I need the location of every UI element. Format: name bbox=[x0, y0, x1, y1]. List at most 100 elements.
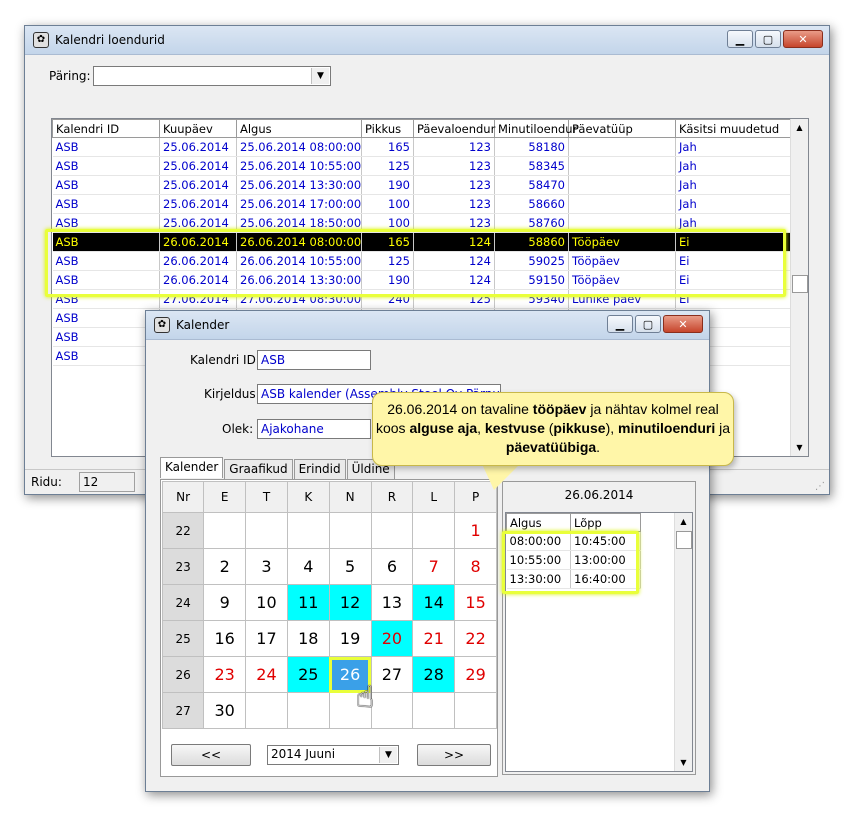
close-icon[interactable]: ✕ bbox=[783, 30, 823, 48]
interval-row[interactable]: 08:00:00 10:45:00 bbox=[506, 531, 641, 551]
day-cell[interactable]: 27 bbox=[370, 656, 414, 693]
day-cell[interactable]: 11 bbox=[286, 584, 330, 621]
interval-row[interactable]: 13:30:00 16:40:00 bbox=[506, 569, 641, 589]
day-cell[interactable] bbox=[203, 512, 247, 549]
column-header[interactable]: Minutiloendur bbox=[494, 119, 577, 138]
table-row[interactable]: ASB 27.06.2014 27.06.2014 08:30:00 240 125 59… bbox=[52, 289, 791, 309]
table-row[interactable]: ASB 25.06.2014 25.06.2014 10:55:00 125 123 58… bbox=[52, 156, 791, 176]
column-header[interactable]: Käsitsi muudetud bbox=[675, 119, 791, 138]
day-cell[interactable]: 23 bbox=[203, 656, 247, 693]
column-header[interactable]: Kuupäev bbox=[159, 119, 237, 138]
minimize-icon[interactable]: ▁ bbox=[607, 315, 633, 333]
day-cell[interactable]: 6 bbox=[370, 548, 414, 585]
interval-scrollbar[interactable]: ▲ ▼ bbox=[674, 513, 692, 771]
interval-row[interactable]: 10:55:00 13:00:00 bbox=[506, 550, 641, 570]
tab-1[interactable]: Graafikud bbox=[224, 459, 293, 480]
day-cell[interactable] bbox=[370, 512, 414, 549]
day-cell[interactable]: 14 bbox=[412, 584, 456, 621]
table-row[interactable]: ASB 25.06.2014 25.06.2014 08:00:00 165 123 58… bbox=[52, 137, 791, 157]
day-cell[interactable] bbox=[245, 512, 288, 549]
tab-2[interactable]: Erindid bbox=[293, 459, 346, 480]
interval-column-header[interactable]: Lõpp bbox=[570, 513, 641, 532]
day-cell[interactable]: 7 bbox=[412, 548, 456, 585]
column-header[interactable]: Algus bbox=[236, 119, 362, 138]
next-month-button[interactable]: >> bbox=[417, 744, 491, 766]
column-header[interactable]: Päevaloendur bbox=[413, 119, 495, 138]
scroll-down-icon[interactable]: ▼ bbox=[791, 439, 808, 456]
day-cell[interactable]: 30 bbox=[203, 692, 247, 729]
month-combo[interactable]: 2014 Juuni ▼ bbox=[267, 745, 399, 765]
calendar-id-field[interactable]: ASB bbox=[257, 350, 371, 370]
scroll-thumb[interactable] bbox=[676, 531, 692, 549]
column-header[interactable]: Kalendri ID bbox=[52, 119, 160, 138]
day-cell[interactable]: 24 bbox=[245, 656, 288, 693]
table-row[interactable]: ASB 26.06.2014 26.06.2014 13:30:00 190 124 59… bbox=[52, 270, 791, 290]
day-cell[interactable] bbox=[454, 692, 497, 729]
day-cell[interactable] bbox=[245, 692, 288, 729]
day-cell[interactable]: 29 bbox=[454, 656, 497, 693]
maximize-icon[interactable]: ▢ bbox=[755, 30, 781, 48]
table-cell: Jah bbox=[675, 194, 791, 214]
day-cell[interactable]: 21 bbox=[412, 620, 456, 657]
resize-grip-icon[interactable]: ⋰ bbox=[815, 481, 825, 492]
column-header[interactable]: Päevatüüp bbox=[568, 119, 676, 138]
close-icon[interactable]: ✕ bbox=[663, 315, 703, 333]
grid-scrollbar[interactable]: ▲ ▼ bbox=[790, 119, 808, 456]
day-cell[interactable]: 1 bbox=[454, 512, 497, 549]
table-row[interactable]: ASB 25.06.2014 25.06.2014 13:30:00 190 123 58… bbox=[52, 175, 791, 195]
day-cell[interactable]: 25 bbox=[286, 656, 330, 693]
table-cell: 26.06.2014 10:55:00 bbox=[236, 251, 362, 271]
query-combo[interactable]: ▼ bbox=[93, 66, 331, 86]
table-cell: 26.06.2014 bbox=[159, 251, 237, 271]
prev-month-button[interactable]: << bbox=[171, 744, 251, 766]
calendar-titlebar[interactable]: ✿ Kalender ▁ ▢ ✕ bbox=[146, 311, 709, 340]
minimize-icon[interactable]: ▁ bbox=[727, 30, 753, 48]
day-cell[interactable]: 2 bbox=[203, 548, 247, 585]
table-row[interactable]: ASB 26.06.2014 26.06.2014 08:00:00 165 124 58… bbox=[52, 232, 791, 252]
table-row[interactable]: ASB 26.06.2014 26.06.2014 10:55:00 125 124 59… bbox=[52, 251, 791, 271]
day-cell[interactable] bbox=[286, 512, 330, 549]
tab-0[interactable]: Kalender bbox=[160, 457, 224, 478]
day-cell[interactable]: 18 bbox=[286, 620, 330, 657]
query-label: Päring: bbox=[49, 69, 91, 83]
day-cell[interactable]: 20 bbox=[370, 620, 414, 657]
day-cell[interactable]: 5 bbox=[328, 548, 372, 585]
day-cell[interactable]: 16 bbox=[203, 620, 247, 657]
day-cell[interactable]: 19 bbox=[328, 620, 372, 657]
table-cell: 58660 bbox=[494, 194, 569, 214]
day-cell[interactable]: 15 bbox=[454, 584, 497, 621]
week-number: 23 bbox=[161, 548, 205, 585]
table-cell: 26.06.2014 bbox=[159, 270, 237, 290]
table-cell: 165 bbox=[361, 232, 414, 252]
day-cell[interactable]: 9 bbox=[203, 584, 247, 621]
day-cell[interactable]: 17 bbox=[245, 620, 288, 657]
table-row[interactable]: ASB 25.06.2014 25.06.2014 18:50:00 100 123 58… bbox=[52, 213, 791, 233]
day-cell[interactable] bbox=[370, 692, 414, 729]
week-number: 27 bbox=[161, 692, 205, 729]
day-cell[interactable]: 10 bbox=[245, 584, 288, 621]
day-cell[interactable] bbox=[328, 512, 372, 549]
table-cell: 124 bbox=[413, 232, 495, 252]
status-field[interactable]: Ajakohane bbox=[257, 419, 371, 439]
main-titlebar[interactable]: ✿ Kalendri loendurid ▁ ▢ ✕ bbox=[25, 26, 829, 55]
scroll-up-icon[interactable]: ▲ bbox=[675, 513, 692, 530]
column-header[interactable]: Pikkus bbox=[361, 119, 414, 138]
day-cell[interactable]: 22 bbox=[454, 620, 497, 657]
day-cell[interactable]: 28 bbox=[412, 656, 456, 693]
interval-column-header[interactable]: Algus bbox=[506, 513, 571, 532]
chevron-down-icon[interactable]: ▼ bbox=[311, 68, 329, 84]
day-cell[interactable]: 13 bbox=[370, 584, 414, 621]
day-cell[interactable]: 12 bbox=[328, 584, 372, 621]
maximize-icon[interactable]: ▢ bbox=[635, 315, 661, 333]
scroll-down-icon[interactable]: ▼ bbox=[675, 754, 692, 771]
day-cell[interactable] bbox=[412, 692, 456, 729]
day-cell[interactable]: 8 bbox=[454, 548, 497, 585]
day-cell[interactable] bbox=[286, 692, 330, 729]
day-cell[interactable]: 4 bbox=[286, 548, 330, 585]
day-cell[interactable]: 3 bbox=[245, 548, 288, 585]
scroll-thumb[interactable] bbox=[792, 275, 808, 293]
chevron-down-icon[interactable]: ▼ bbox=[379, 747, 397, 763]
table-row[interactable]: ASB 25.06.2014 25.06.2014 17:00:00 100 123 58… bbox=[52, 194, 791, 214]
day-cell[interactable] bbox=[412, 512, 456, 549]
scroll-up-icon[interactable]: ▲ bbox=[791, 119, 808, 136]
